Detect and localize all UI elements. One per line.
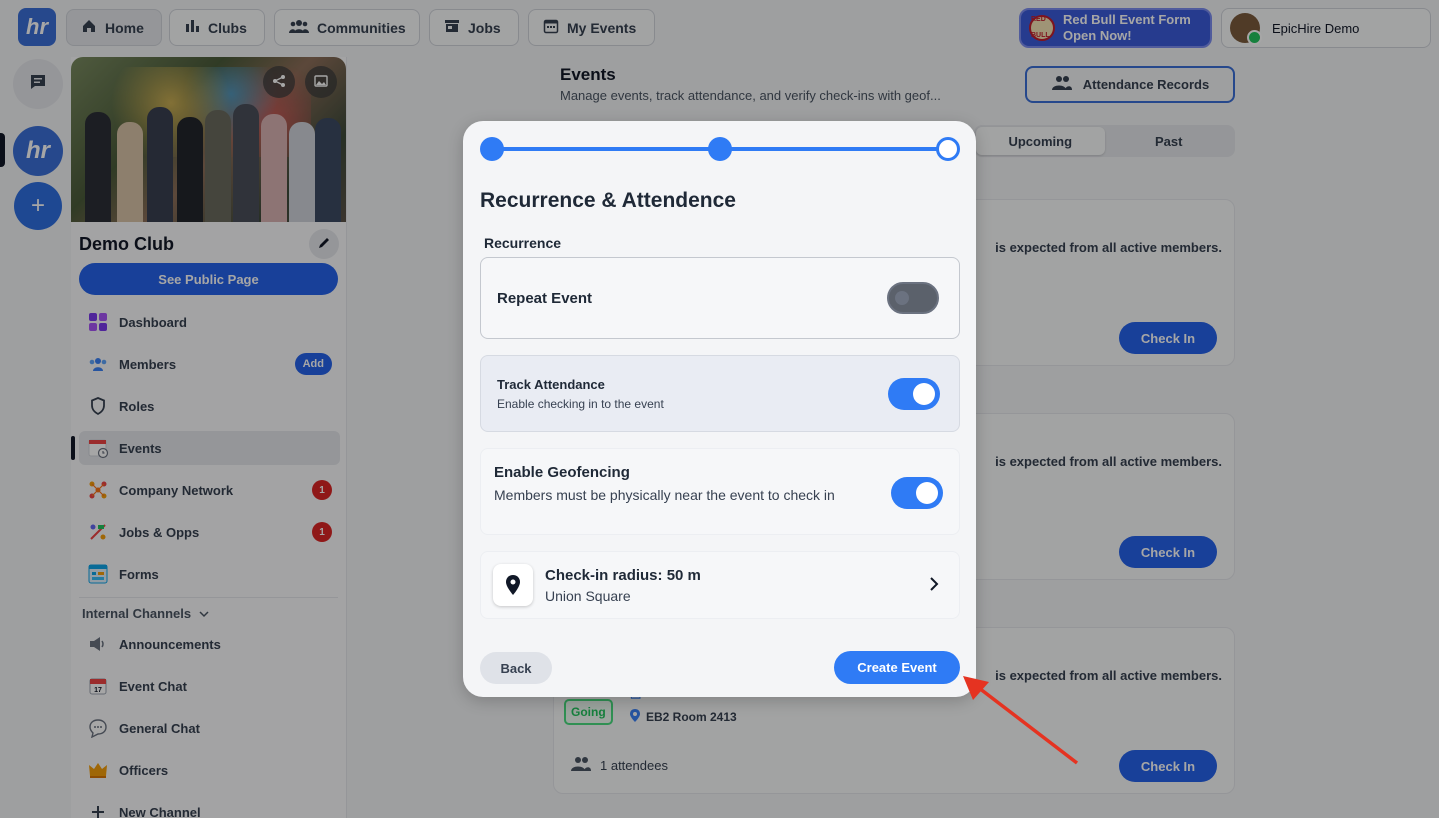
geofencing-title: Enable Geofencing [494,464,630,481]
location-pin-icon [493,564,533,606]
back-button[interactable]: Back [480,652,552,684]
step-3-dot [936,137,960,161]
track-attendance-title: Track Attendance [497,377,605,392]
checkin-radius-row[interactable]: Check-in radius: 50 m Union Square [480,551,960,619]
step-2-dot [708,137,732,161]
checkin-location: Union Square [545,588,631,604]
geofencing-toggle[interactable] [891,477,943,509]
geofencing-panel: Enable Geofencing Members must be physic… [480,448,960,535]
recurrence-label: Recurrence [484,235,562,251]
annotation-arrow [963,676,1079,765]
repeat-event-label: Repeat Event [497,290,593,307]
checkin-radius-title: Check-in radius: 50 m [545,567,701,584]
track-attendance-toggle[interactable] [888,378,940,410]
track-attendance-panel: Track Attendance Enable checking in to t… [480,355,960,432]
chevron-right-icon [929,576,939,597]
modal-title: Recurrence & Attendence [480,189,736,212]
repeat-event-panel: Repeat Event [480,257,960,339]
create-event-button[interactable]: Create Event [834,651,960,684]
step-1-dot [480,137,504,161]
track-attendance-subtitle: Enable checking in to the event [497,397,664,411]
repeat-event-toggle[interactable] [887,282,939,314]
geofencing-subtitle: Members must be physically near the even… [494,487,835,503]
